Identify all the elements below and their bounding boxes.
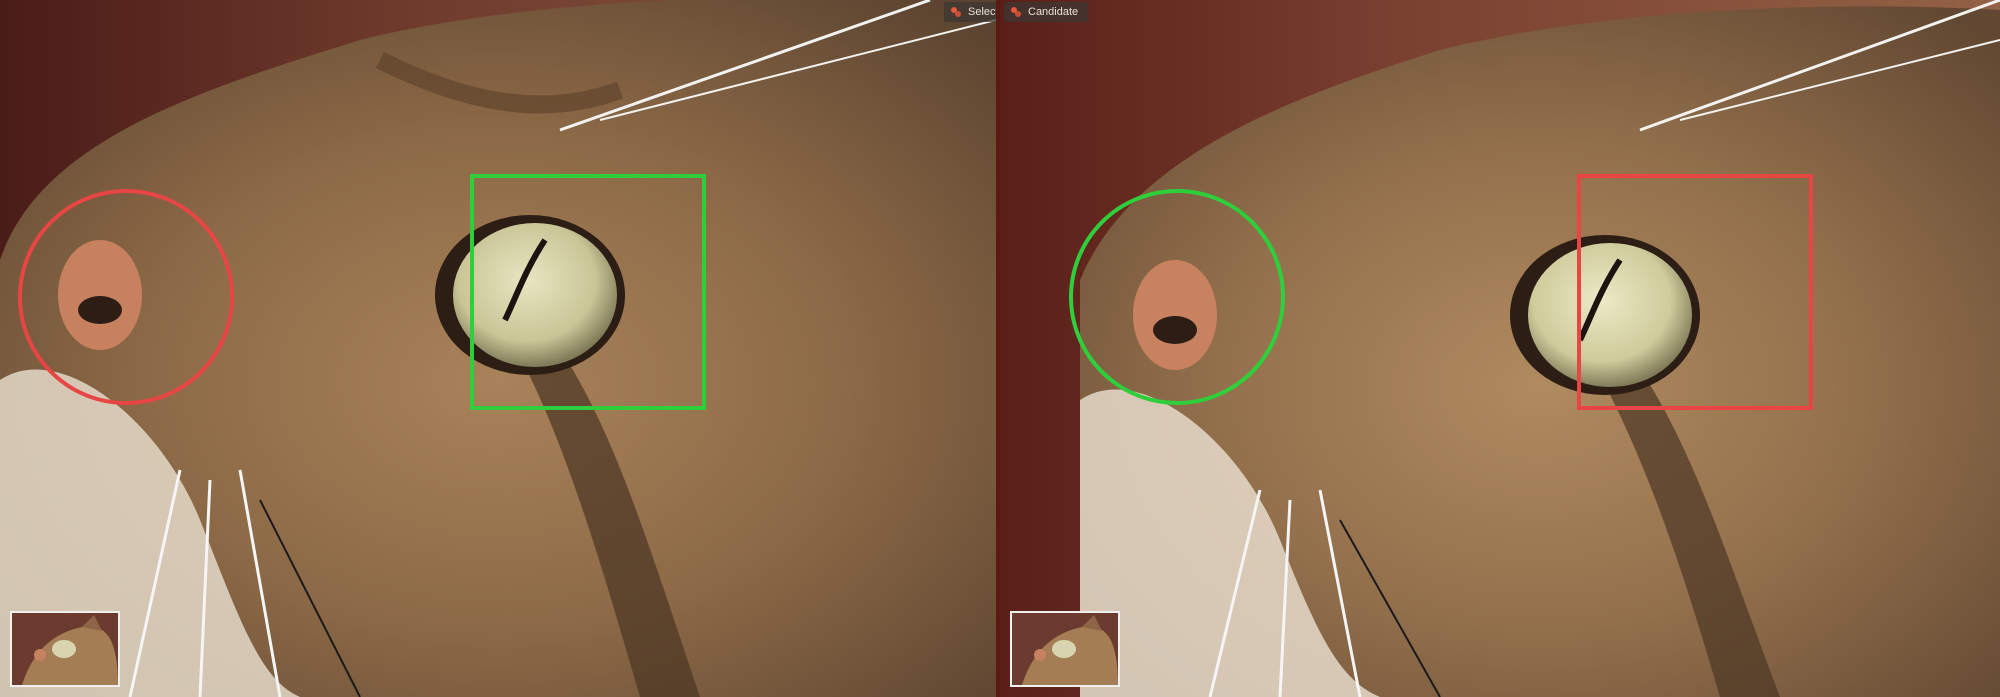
cat-thumbnail [1012,613,1118,685]
sparkle-icon [1011,7,1021,17]
cat-thumbnail [12,613,118,685]
marker-box-eye [470,174,706,410]
thumbnail-left[interactable] [10,611,120,687]
candidate-badge-label: Candidate [1028,6,1079,18]
marker-circle-nose [18,189,234,405]
marker-box-eye [1577,174,1813,410]
sparkle-icon [951,7,961,17]
thumbnail-right[interactable] [1010,611,1120,687]
select-badge[interactable]: Select [944,2,996,22]
comparison-viewer: Select Candidate [0,0,2000,697]
candidate-badge[interactable]: Candidate [1004,2,1089,22]
marker-circle-nose [1069,189,1285,405]
left-image-pane[interactable]: Select [0,0,996,697]
right-image-pane[interactable]: Candidate [1000,0,2000,697]
select-badge-label: Select [968,6,996,18]
